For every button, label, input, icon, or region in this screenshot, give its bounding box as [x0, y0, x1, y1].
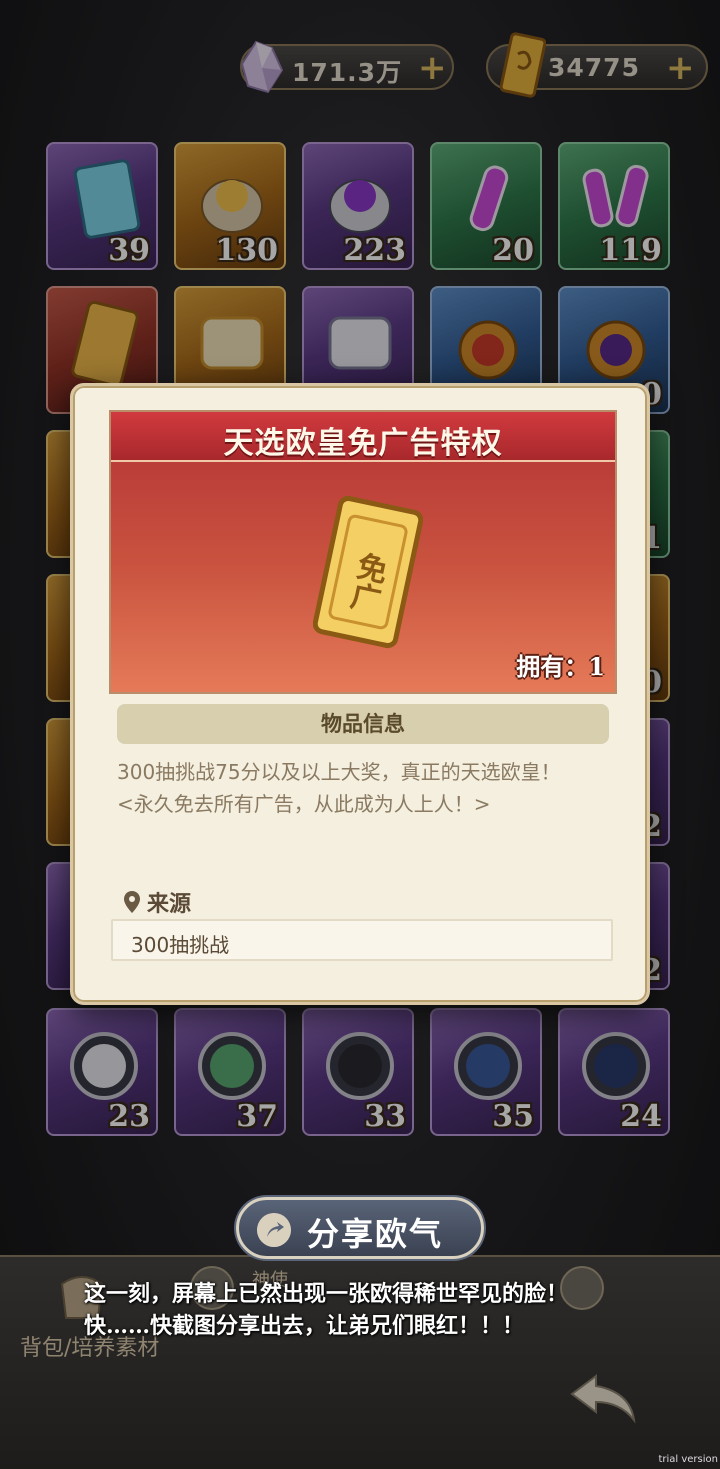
item-banner: 天选欧皇免广告特权 免广 拥有：1 [109, 410, 617, 694]
gold-egg-icon [201, 179, 263, 233]
item-count: 20 [492, 233, 534, 268]
add-ticket-button[interactable]: + [666, 48, 695, 88]
character-token-black-hair-icon [326, 1032, 394, 1100]
ad-free-ticket-icon [71, 300, 139, 384]
item-info-header: 物品信息 [117, 704, 609, 744]
item-count: 23 [108, 1099, 150, 1134]
crystal-icon [240, 40, 284, 94]
item-count: 33 [364, 1099, 406, 1134]
double-potion-icon [582, 164, 649, 228]
crystal-amount: 171.3万 [292, 58, 403, 87]
source-entry[interactable]: 300抽挑战 [111, 919, 613, 961]
ticket-amount: 34775 [548, 53, 640, 82]
caption-line: 这一刻，屏幕上已然出现一张欧得稀世罕见的脸！ [84, 1281, 569, 1307]
share-arrow-icon [257, 1213, 291, 1247]
item-detail-dialog: 天选欧皇免广告特权 免广 拥有：1 物品信息 300抽挑战75分以及以上大奖，真… [70, 383, 650, 1005]
item-count: 35 [492, 1099, 534, 1134]
character-token-green-hair-icon [198, 1032, 266, 1100]
description-line: <永久免去所有广告，从此成为人上人！> [117, 792, 491, 816]
dialog-title: 天选欧皇免广告特权 [223, 426, 503, 461]
character-token-item[interactable]: 33 [302, 1008, 414, 1136]
inventory-item[interactable]: 20 [430, 142, 542, 270]
share-button-label: 分享欧气 [307, 1215, 444, 1253]
item-description: 300抽挑战75分以及以上大奖，真正的天选欧皇！ <永久免去所有广告，从此成为人… [117, 756, 613, 820]
character-token-item[interactable]: 35 [430, 1008, 542, 1136]
gold-scroll-icon [200, 316, 264, 370]
inventory-item[interactable]: 119 [558, 142, 670, 270]
item-count: 130 [215, 233, 278, 268]
character-token-white-hair-icon [70, 1032, 138, 1100]
share-caption: 这一刻，屏幕上已然出现一张欧得稀世罕见的脸！ 快……快截图分享出去，让弟兄们眼红… [84, 1278, 568, 1342]
inventory-item[interactable]: 223 [302, 142, 414, 270]
character-token-blue-hair-icon [454, 1032, 522, 1100]
item-count: 39 [108, 233, 150, 268]
inventory-item[interactable]: 130 [174, 142, 286, 270]
item-count: 223 [343, 233, 406, 268]
source-label: 来源 [147, 886, 191, 918]
item-count: 37 [236, 1099, 278, 1134]
add-crystal-button[interactable]: + [418, 48, 447, 88]
character-token-dark-blue-hair-icon [582, 1032, 650, 1100]
title-strip: 天选欧皇免广告特权 [111, 412, 615, 462]
purple-medal-icon [586, 320, 646, 380]
potion-icon [469, 165, 509, 232]
ad-free-ticket-icon: 免广 [313, 495, 423, 649]
share-luck-button[interactable]: 分享欧气 [236, 1197, 484, 1259]
character-token-item[interactable]: 37 [174, 1008, 286, 1136]
item-count: 119 [599, 233, 662, 268]
red-medal-icon [458, 320, 518, 380]
source-label-text: 来源 [147, 891, 192, 917]
owned-count: 拥有：1 [516, 652, 605, 681]
location-pin-icon [124, 891, 140, 913]
back-arrow-icon[interactable] [566, 1370, 642, 1426]
description-line: 300抽挑战75分以及以上大奖，真正的天选欧皇！ [117, 760, 561, 784]
silver-scroll-icon [328, 316, 392, 370]
watermark: trial version [658, 1454, 718, 1465]
ad-free-small-ticket-icon [73, 159, 141, 239]
item-count: 24 [620, 1099, 662, 1134]
character-token-item[interactable]: 24 [558, 1008, 670, 1136]
purple-egg-icon [329, 179, 391, 233]
source-value: 300抽挑战 [131, 933, 230, 957]
gold-ticket-icon [500, 32, 546, 98]
character-token-item[interactable]: 23 [46, 1008, 158, 1136]
caption-line: 快……快截图分享出去，让弟兄们眼红！！！ [84, 1313, 525, 1339]
inventory-item[interactable]: 39 [46, 142, 158, 270]
